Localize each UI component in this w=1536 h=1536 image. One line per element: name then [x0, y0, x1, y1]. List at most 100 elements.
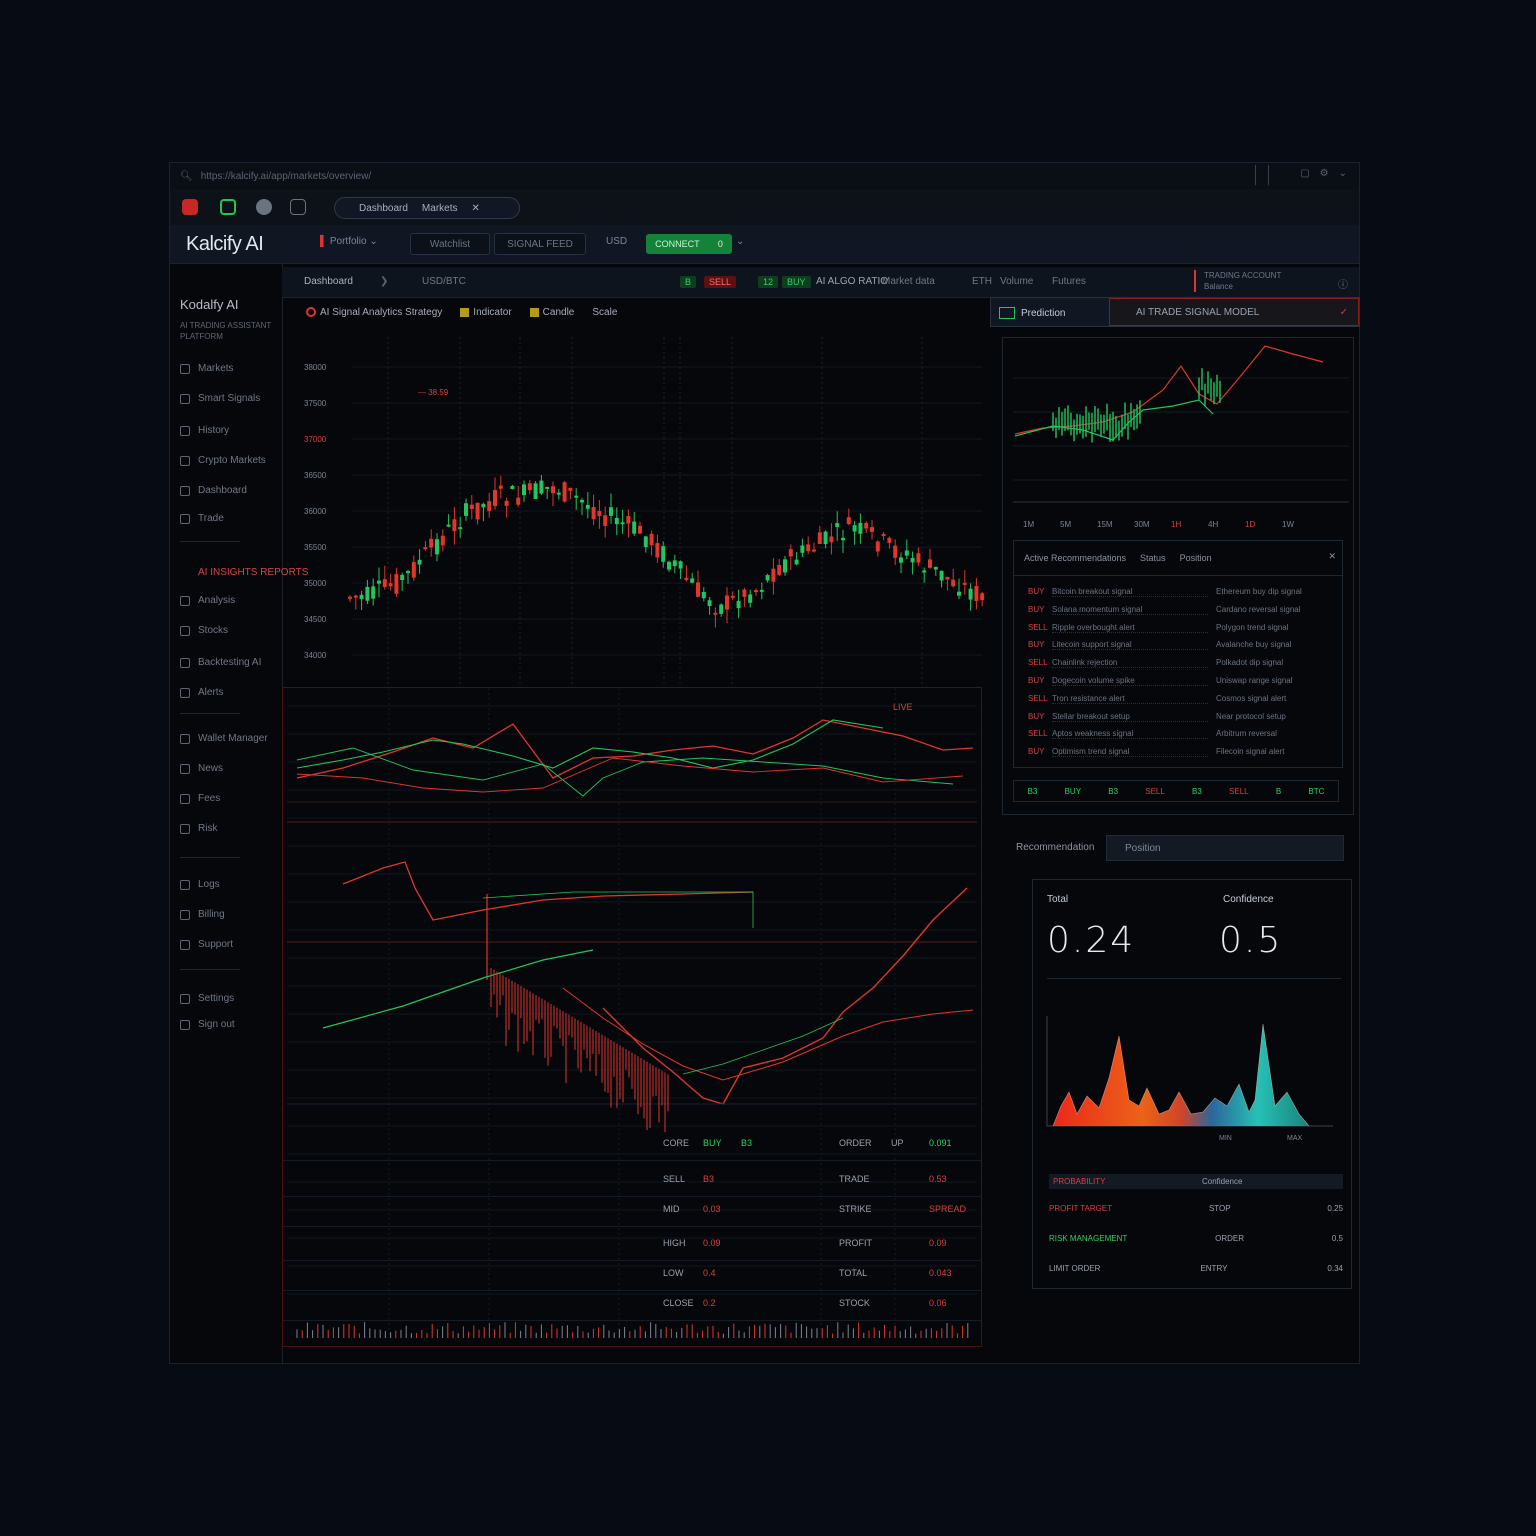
- mini-plot[interactable]: [1003, 338, 1353, 518]
- timeframe-tab[interactable]: 4H: [1208, 520, 1218, 529]
- sidebar-item-news[interactable]: News: [180, 763, 223, 774]
- footer-chip[interactable]: B3: [1028, 787, 1038, 796]
- table-row[interactable]: LOW 0.4 TOTAL 0.043: [283, 1268, 981, 1291]
- sidebar-item-alerts[interactable]: Alerts: [180, 687, 224, 698]
- timeframe-tab[interactable]: 30M: [1134, 520, 1150, 529]
- list-item[interactable]: BUY Dogecoin volume spike Uniswap range si…: [1028, 676, 1328, 686]
- footer-chip[interactable]: SELL: [1145, 787, 1165, 796]
- stat-row[interactable]: LIMIT ORDER ENTRY 0.34: [1049, 1264, 1343, 1273]
- list-item[interactable]: SELL Aptos weakness signal Arbitrum revers…: [1028, 729, 1328, 740]
- candle-plot[interactable]: 38000 37500 37000 36500 36000 35500 35000 34500…: [282, 297, 988, 687]
- list-item[interactable]: BUY Optimism trend signal Filecoin signal …: [1028, 747, 1328, 758]
- pair-tab[interactable]: USD/BTC: [422, 276, 466, 287]
- sidebar-item-trade[interactable]: Trade: [180, 513, 224, 524]
- timeframe-tab[interactable]: 1W: [1282, 520, 1294, 529]
- sidebar-item-settings[interactable]: Settings: [180, 993, 234, 1004]
- close-icon[interactable]: ✕: [471, 203, 479, 214]
- table-cell: 0.043: [929, 1268, 952, 1278]
- sidebar-item-crypto-markets[interactable]: Crypto Markets: [180, 455, 266, 466]
- table-row[interactable]: HIGH 0.09 PROFIT 0.09: [283, 1238, 981, 1261]
- menu-item-icon: [180, 657, 190, 668]
- position-input[interactable]: Position: [1106, 835, 1344, 861]
- list-item[interactable]: BUY Litecoin support signal Avalanche buy …: [1028, 640, 1328, 651]
- brand-logo[interactable]: Kalcify AI: [186, 233, 264, 256]
- settings-icon[interactable]: ⚙: [1320, 168, 1329, 179]
- candle-body: [504, 500, 509, 506]
- sidebar-item-logs[interactable]: Logs: [180, 879, 220, 890]
- distribution-chart[interactable]: MIN MAX: [1043, 996, 1343, 1156]
- sidebar-item-smart-signals[interactable]: Smart Signals: [180, 393, 260, 404]
- table-row[interactable]: SELL B3 TRADE 0.53: [283, 1174, 981, 1197]
- list-item[interactable]: BUY Solana momentum signal Cardano reversa…: [1028, 605, 1328, 615]
- list-item[interactable]: SELL Chainlink rejection Polkadot dip sign…: [1028, 658, 1328, 669]
- chip-b[interactable]: B: [680, 276, 697, 288]
- list-item[interactable]: BUY Stellar breakout setup Near protocol s…: [1028, 712, 1328, 722]
- table-row[interactable]: CORE BUY B3 ORDER UP 0.091: [283, 1138, 981, 1161]
- chip-buy[interactable]: BUY: [782, 276, 811, 288]
- footer-chip[interactable]: B: [1276, 787, 1281, 796]
- sidebar-item-support[interactable]: Support: [180, 939, 233, 950]
- timeframe-tab[interactable]: 15M: [1097, 520, 1113, 529]
- stat-row[interactable]: PROFIT TARGET STOP 0.25: [1049, 1204, 1343, 1213]
- sidebar-item-analysis[interactable]: Analysis: [180, 595, 235, 606]
- chip-sell[interactable]: SELL: [704, 276, 737, 288]
- sidebar-item-dashboard[interactable]: Dashboard: [180, 485, 247, 496]
- list-item[interactable]: SELL Tron resistance alert Cosmos signal a…: [1028, 694, 1328, 704]
- sidebar-item-backtesting-ai[interactable]: Backtesting AI: [180, 657, 261, 668]
- list-item[interactable]: SELL Ripple overbought alert Polygon trend…: [1028, 623, 1328, 633]
- minimize-icon[interactable]: ▢: [1300, 168, 1309, 179]
- candle-body: [527, 483, 532, 491]
- info-icon[interactable]: ⓘ: [1338, 276, 1348, 291]
- chevron-right-icon[interactable]: ❯: [380, 276, 388, 287]
- sidebar-item-stocks[interactable]: Stocks: [180, 625, 228, 636]
- candle-body: [365, 586, 370, 601]
- candle-body: [696, 582, 700, 597]
- portfolio-select[interactable]: ▌ Portfolio ⌄: [320, 236, 378, 247]
- candle-body: [620, 522, 625, 525]
- candle-body: [841, 537, 845, 541]
- footer-chip[interactable]: BTC: [1308, 787, 1324, 796]
- sidebar-item-billing[interactable]: Billing: [180, 909, 225, 920]
- currency-label[interactable]: USD: [606, 236, 627, 247]
- stat-row[interactable]: PROBABILITY Confidence: [1049, 1174, 1343, 1189]
- table-row[interactable]: MID 0.03 STRIKE SPREAD: [283, 1204, 981, 1227]
- table-row[interactable]: CLOSE 0.2 STOCK 0.06: [283, 1298, 981, 1321]
- connect-button[interactable]: CONNECT 0: [646, 234, 732, 254]
- url-text[interactable]: https://kalcify.ai/app/markets/overview/: [201, 171, 371, 182]
- sidebar-item-sign-out[interactable]: Sign out: [180, 1019, 235, 1030]
- price-chart[interactable]: AI Signal Analytics Strategy Indicator C…: [282, 297, 988, 687]
- footer-chip[interactable]: BUY: [1065, 787, 1081, 796]
- chevron-down-icon[interactable]: ⌄: [736, 236, 744, 247]
- close-icon[interactable]: ✕: [1328, 551, 1336, 562]
- layout-icon[interactable]: [290, 199, 306, 215]
- footer-chip[interactable]: SELL: [1229, 787, 1249, 796]
- timeframe-tab[interactable]: 1H: [1171, 520, 1181, 529]
- sidebar-item-markets[interactable]: Markets: [180, 363, 234, 374]
- signal-feed-box[interactable]: SIGNAL FEED: [494, 233, 586, 255]
- sidebar-item-risk[interactable]: Risk: [180, 823, 217, 834]
- sidebar-item-history[interactable]: History: [180, 425, 229, 436]
- watchlist-box[interactable]: Watchlist: [410, 233, 490, 255]
- candle-body: [945, 576, 950, 580]
- signal-model-tab[interactable]: AI TRADE SIGNAL MODEL ✓: [1109, 298, 1359, 326]
- timeframe-tab[interactable]: 5M: [1060, 520, 1071, 529]
- prediction-mini-chart[interactable]: 1M 5M 15M 30M 1H 4H 1D 1W Active Recommendation…: [1002, 337, 1354, 815]
- timeframe-tab[interactable]: 1D: [1245, 520, 1255, 529]
- sidebar-item-wallet-manager[interactable]: Wallet Manager: [180, 733, 268, 744]
- tab-dashboard[interactable]: Dashboard Markets ✕: [334, 197, 520, 219]
- chevron-down-icon[interactable]: ⌄: [1339, 168, 1347, 179]
- app-icon[interactable]: [220, 199, 236, 215]
- prediction-tab[interactable]: Prediction: [999, 307, 1065, 319]
- list-item[interactable]: BUY Bitcoin breakout signal Ethereum buy d…: [1028, 587, 1328, 597]
- timeframe-tab[interactable]: 1M: [1023, 520, 1034, 529]
- footer-chip[interactable]: B3: [1192, 787, 1202, 796]
- sidebar-item-label: Wallet Manager: [198, 733, 268, 744]
- indicator-panel[interactable]: LIVE CORE BUY B3 ORDER UP 0.091 SELL B3 TRADE 0.5…: [282, 687, 982, 1347]
- chip-12[interactable]: 12: [758, 276, 779, 288]
- sidebar-item-fees[interactable]: Fees: [180, 793, 220, 804]
- record-icon[interactable]: [182, 199, 198, 215]
- url-bar[interactable]: 🔍︎ https://kalcify.ai/app/markets/overvi…: [170, 163, 1359, 190]
- footer-chip[interactable]: B3: [1108, 787, 1118, 796]
- stat-row[interactable]: RISK MANAGEMENT ORDER 0.5: [1049, 1234, 1343, 1243]
- profile-icon[interactable]: [256, 199, 272, 215]
